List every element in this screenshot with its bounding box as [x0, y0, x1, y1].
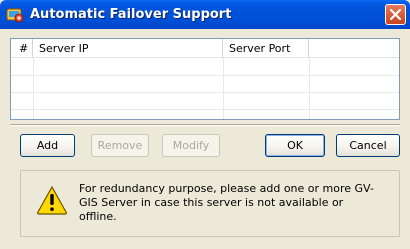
grid-line	[11, 109, 399, 110]
gv-gis-app-icon	[6, 8, 24, 23]
info-panel: For redundancy purpose, please add one o…	[20, 170, 400, 237]
grid-line	[11, 75, 399, 76]
close-icon	[390, 9, 401, 20]
ok-button[interactable]: OK	[265, 134, 325, 157]
add-button[interactable]: Add	[20, 134, 75, 157]
grid-line	[33, 58, 34, 119]
info-message: For redundancy purpose, please add one o…	[79, 182, 374, 223]
column-header-server-port[interactable]: Server Port	[223, 39, 309, 58]
column-header-empty	[309, 39, 399, 58]
failover-dialog: Automatic Failover Support # Server IP S…	[0, 0, 410, 249]
divider	[10, 124, 400, 126]
warning-icon	[37, 185, 67, 215]
cancel-button[interactable]: Cancel	[336, 134, 400, 157]
modify-button[interactable]: Modify	[162, 134, 220, 157]
window-title: Automatic Failover Support	[30, 7, 232, 22]
grid-line	[223, 58, 224, 119]
title-bar[interactable]: Automatic Failover Support	[0, 0, 410, 29]
server-list[interactable]: # Server IP Server Port	[10, 38, 400, 120]
list-header: # Server IP Server Port	[11, 39, 399, 58]
column-header-server-ip[interactable]: Server IP	[33, 39, 223, 58]
column-header-number[interactable]: #	[11, 39, 33, 58]
grid-line	[309, 58, 310, 119]
grid-line	[11, 92, 399, 93]
remove-button[interactable]: Remove	[91, 134, 149, 157]
close-button[interactable]	[385, 4, 406, 25]
